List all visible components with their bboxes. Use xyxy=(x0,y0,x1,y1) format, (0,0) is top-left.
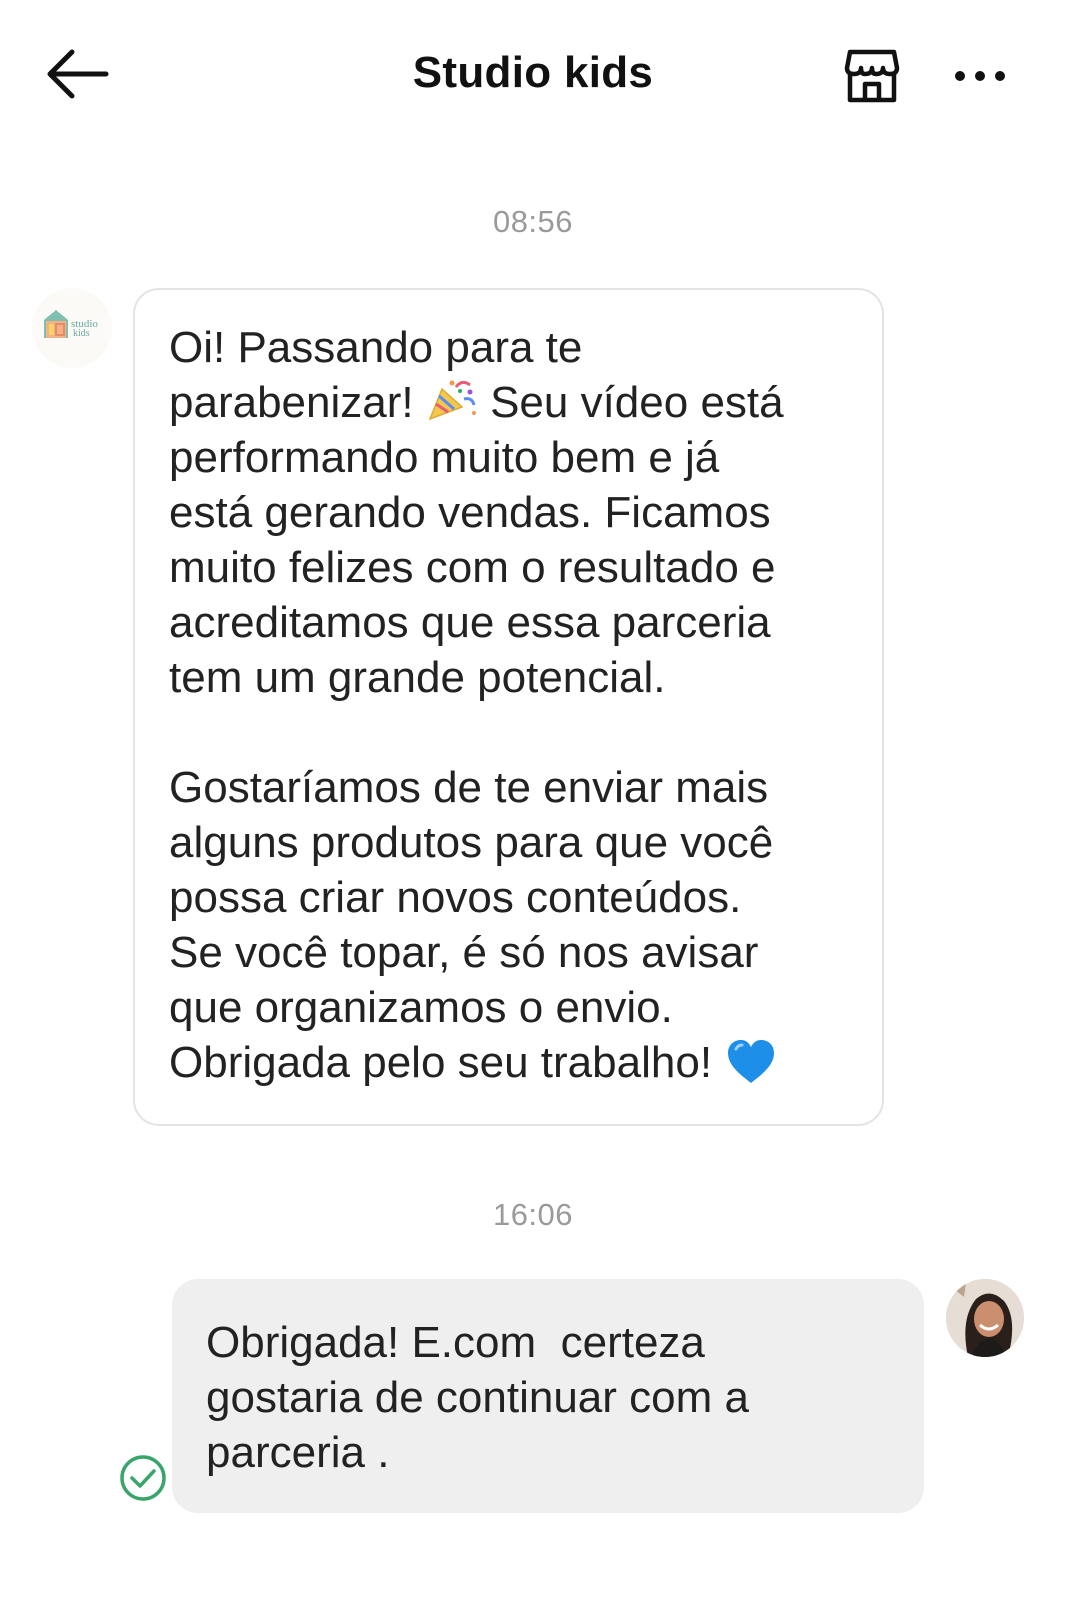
more-horizontal-icon xyxy=(955,71,1005,81)
outgoing-message-text: Obrigada! E.com certeza gostaria de cont… xyxy=(206,1318,749,1477)
incoming-message-part: Seu vídeo está performando muito bem e j… xyxy=(169,378,784,1087)
chat-title: Studio kids xyxy=(412,48,654,97)
incoming-message-bubble: Oi! Passando para te parabenizar! Seu ví… xyxy=(133,288,884,1126)
storefront-icon xyxy=(844,49,900,103)
arrow-left-icon xyxy=(47,49,109,99)
read-check-icon xyxy=(118,1453,168,1503)
outgoing-message-bubble: Obrigada! E.com certeza gostaria de cont… xyxy=(172,1279,924,1513)
incoming-message-text: Oi! Passando para te parabenizar! Seu ví… xyxy=(169,320,848,1090)
shop-button[interactable] xyxy=(843,46,901,106)
message-timestamp: 08:56 xyxy=(492,204,574,239)
chat-header: Studio kids xyxy=(0,0,1066,150)
blue-heart-icon xyxy=(728,1040,775,1083)
more-options-button[interactable] xyxy=(950,58,1010,94)
back-button[interactable] xyxy=(44,44,110,104)
studio-kids-logo-icon: studio kids xyxy=(44,310,98,339)
studio-kids-avatar[interactable]: studio kids xyxy=(32,288,112,368)
svg-text:kids: kids xyxy=(73,328,90,339)
user-avatar[interactable] xyxy=(946,1279,1024,1357)
party-popper-icon xyxy=(428,380,476,421)
message-timestamp: 16:06 xyxy=(492,1197,574,1232)
user-photo-icon xyxy=(946,1279,1024,1357)
